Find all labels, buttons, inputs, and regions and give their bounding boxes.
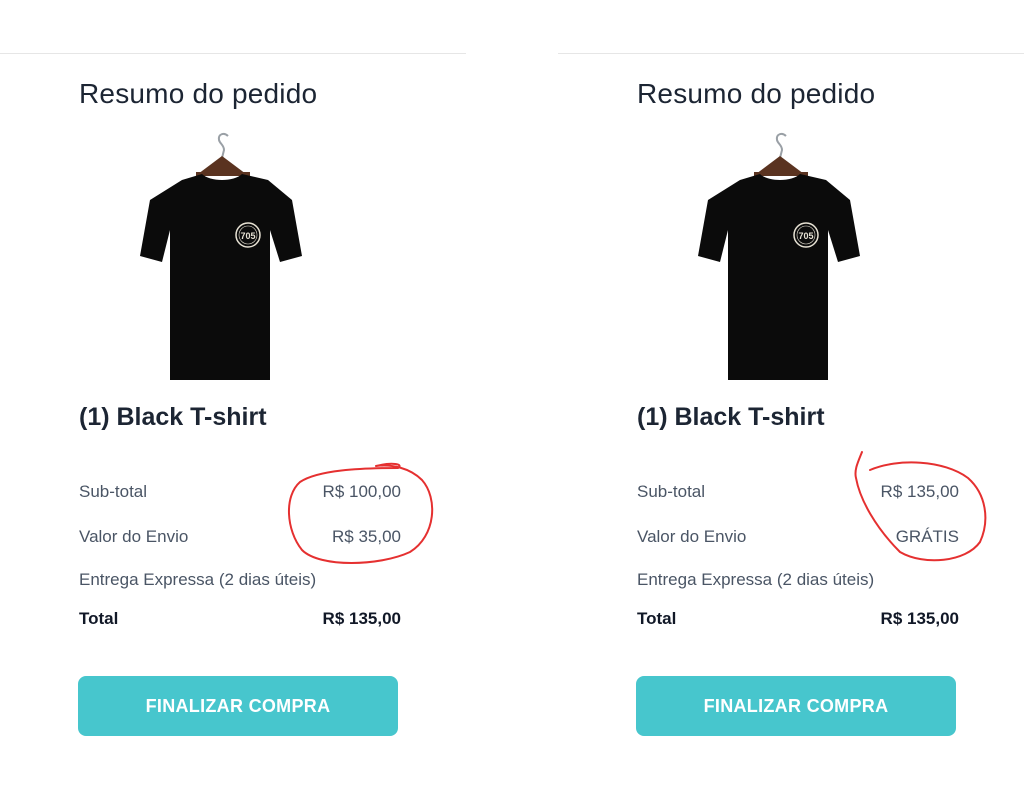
shipping-value: R$ 35,00 <box>332 527 401 546</box>
page-title: Resumo do pedido <box>637 78 876 109</box>
subtotal-label: Sub-total <box>637 482 706 501</box>
product-name: (1) Black T-shirt <box>79 403 267 431</box>
delivery-label: Entrega Expressa (2 dias úteis) <box>637 570 875 589</box>
red-circle-annotation <box>854 451 987 562</box>
checkout-button[interactable]: FINALIZAR COMPRA <box>78 676 398 736</box>
total-value: R$ 135,00 <box>322 609 401 628</box>
shirt-badge-text: 705 <box>240 231 255 241</box>
total-label: Total <box>637 609 677 628</box>
order-summary-panel-left: Resumo do pedido 705 (1) Black T-shirt S… <box>0 0 466 790</box>
divider <box>558 53 1024 54</box>
subtotal-value: R$ 100,00 <box>322 482 401 501</box>
tshirt-icon: 705 <box>698 132 860 380</box>
total-label: Total <box>79 609 119 628</box>
order-summary-panel-right: Resumo do pedido 705 (1) Black T-shirt S… <box>558 0 1024 790</box>
shipping-label: Valor do Envio <box>79 527 189 546</box>
tshirt-icon: 705 <box>140 132 302 380</box>
divider <box>0 53 466 54</box>
red-circle-annotation <box>287 462 434 564</box>
subtotal-label: Sub-total <box>79 482 148 501</box>
shirt-badge-text: 705 <box>798 231 813 241</box>
shipping-value: GRÁTIS <box>895 527 959 546</box>
product-name: (1) Black T-shirt <box>637 403 825 431</box>
page-title: Resumo do pedido <box>79 78 318 109</box>
delivery-label: Entrega Expressa (2 dias úteis) <box>79 570 317 589</box>
subtotal-value: R$ 135,00 <box>880 482 959 501</box>
shipping-label: Valor do Envio <box>637 527 747 546</box>
total-value: R$ 135,00 <box>880 609 959 628</box>
checkout-button[interactable]: FINALIZAR COMPRA <box>636 676 956 736</box>
